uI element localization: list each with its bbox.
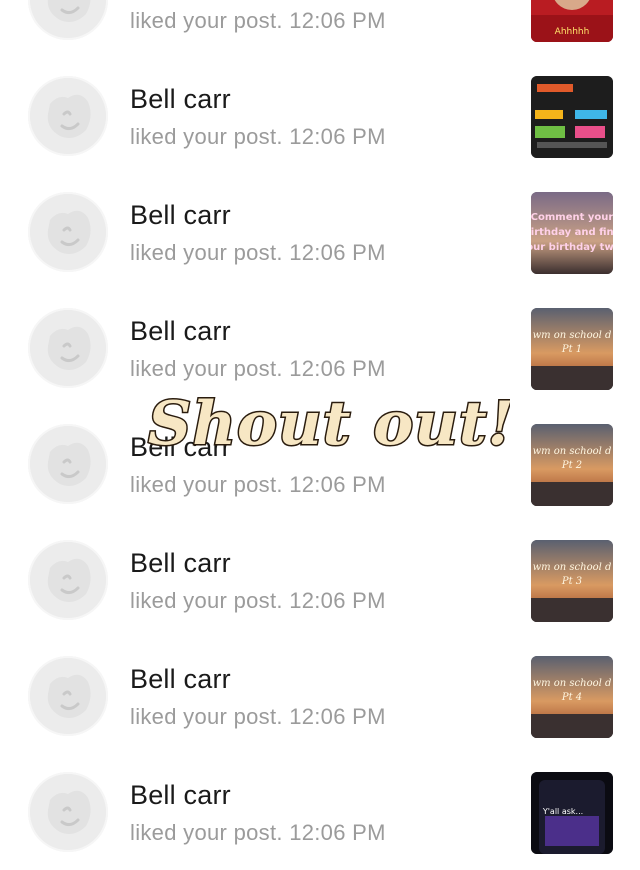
avatar[interactable] [28,76,108,156]
notification-row[interactable]: Bell carr liked your post. 12:06 PM wm on … [0,522,640,638]
username[interactable]: Bell carr [130,432,231,463]
svg-text:wm on school d: wm on school d [533,330,612,341]
svg-text:wm on school d: wm on school d [533,678,612,689]
action-text: liked your post. [130,356,283,381]
username[interactable]: Bell carr [130,780,231,811]
timestamp: 12:06 PM [289,820,386,845]
username[interactable]: Bell carr [130,548,231,579]
notification-text: liked your post. 12:06 PM [130,356,386,382]
avatar[interactable] [28,0,108,40]
avatar[interactable] [28,772,108,852]
action-text: liked your post. [130,588,283,613]
action-text: liked your post. [130,240,283,265]
action-text: liked your post. [130,820,283,845]
post-thumbnail[interactable]: Y'all ask... [531,772,613,854]
notification-row[interactable]: Bell carrliked your post. 12:06 PMAhhhhh [0,0,640,58]
notification-list: Bell carr liked your post. 12:06 PM Ahhhhh… [0,0,640,855]
svg-text:Pt 1: Pt 1 [561,344,582,355]
avatar[interactable] [28,192,108,272]
post-thumbnail[interactable]: Comment your Birthday and find your birthd… [531,192,613,274]
action-text: liked your post. [130,124,283,149]
action-text: liked your post. [130,472,283,497]
action-text: liked your post. [130,8,283,33]
notification-text: liked your post. 12:06 PM [130,240,386,266]
notification-row[interactable]: Bell carr liked your post. 12:06 PM wm on … [0,290,640,406]
notification-text: liked your post. 12:06 PM [130,704,386,730]
timestamp: 12:06 PM [289,124,386,149]
notification-text: liked your post. 12:06 PM [130,820,386,846]
svg-text:Ahhhhh: Ahhhhh [555,27,590,37]
notification-text: liked your post. 12:06 PM [130,8,386,34]
timestamp: 12:06 PM [289,704,386,729]
svg-text:Pt 3: Pt 3 [561,576,582,587]
post-thumbnail[interactable]: Ahhhhh [531,0,613,42]
notification-text: liked your post. 12:06 PM [130,472,386,498]
svg-text:Comment your: Comment your [531,212,613,223]
timestamp: 12:06 PM [289,240,386,265]
timestamp: 12:06 PM [289,356,386,381]
post-thumbnail[interactable] [531,76,613,158]
post-thumbnail[interactable]: wm on school d Pt 1 [531,308,613,390]
notification-row[interactable]: Bell carr liked your post. 12:06 PM Commen… [0,174,640,290]
svg-text:Pt 4: Pt 4 [561,692,582,703]
notification-text: liked your post. 12:06 PM [130,124,386,150]
svg-text:Y'all ask...: Y'all ask... [542,807,583,816]
post-thumbnail[interactable]: wm on school d Pt 2 [531,424,613,506]
username[interactable]: Bell carr [130,200,231,231]
svg-text:Birthday and find: Birthday and find [531,227,613,238]
timestamp: 12:06 PM [289,8,386,33]
svg-text:wm on school d: wm on school d [533,446,612,457]
post-thumbnail[interactable]: wm on school d Pt 4 [531,656,613,738]
svg-text:your birthday twin: your birthday twin [531,242,613,253]
notification-row[interactable]: Bell carr liked your post. 12:06 PM wm on … [0,406,640,522]
timestamp: 12:06 PM [289,472,386,497]
username[interactable]: Bell carr [130,664,231,695]
username[interactable]: Bell carr [130,316,231,347]
post-thumbnail[interactable]: wm on school d Pt 3 [531,540,613,622]
notification-row[interactable]: Bell carr liked your post. 12:06 PM [0,58,640,174]
notification-row[interactable]: Bell carr liked your post. 12:06 PM Y'all … [0,754,640,870]
notification-text: liked your post. 12:06 PM [130,588,386,614]
avatar[interactable] [28,308,108,388]
avatar[interactable] [28,424,108,504]
svg-text:wm on school d: wm on school d [533,562,612,573]
avatar[interactable] [28,656,108,736]
timestamp: 12:06 PM [289,588,386,613]
action-text: liked your post. [130,704,283,729]
notification-row[interactable]: Bell carr liked your post. 12:06 PM wm on … [0,638,640,754]
avatar[interactable] [28,540,108,620]
username[interactable]: Bell carr [130,84,231,115]
svg-text:Pt 2: Pt 2 [561,460,582,471]
